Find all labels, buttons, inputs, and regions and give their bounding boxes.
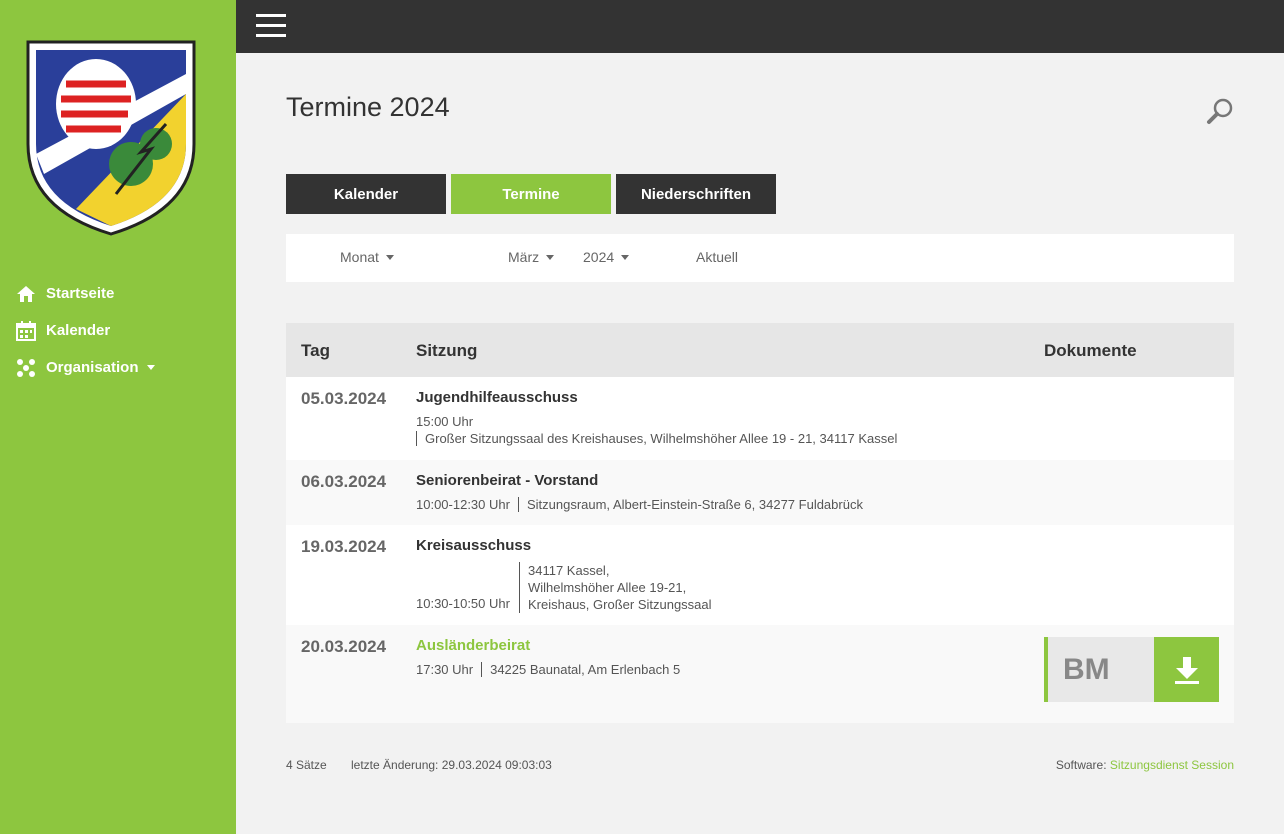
row-time-location: 10:00-12:30 Uhr Sitzungsraum, Albert-Eins… — [416, 497, 863, 512]
tab-termine[interactable]: Termine — [451, 174, 611, 214]
row-session-name: Jugendhilfeausschuss — [416, 389, 578, 406]
table-row: 19.03.2024 Kreisausschuss 10:30-10:50 Uh… — [286, 525, 1234, 625]
table-row: 06.03.2024 Seniorenbeirat - Vorstand 10:… — [286, 460, 1234, 525]
row-date: 06.03.2024 — [301, 472, 387, 491]
row-time: 10:30-10:50 Uhr — [416, 596, 510, 611]
download-icon — [1174, 656, 1199, 684]
sidebar-item-organisation[interactable]: Organisation — [0, 349, 236, 386]
row-time-location: 17:30 Uhr 34225 Baunatal, Am Erlenbach 5 — [416, 662, 681, 677]
table-header: Tag Sitzung Dokumente — [286, 323, 1234, 377]
row-date: 19.03.2024 — [301, 537, 387, 556]
header-day[interactable]: Tag — [301, 341, 330, 361]
chevron-down-icon — [546, 254, 555, 260]
sessions-table: Tag Sitzung Dokumente 05.03.2024 Jugendh… — [286, 323, 1234, 723]
chevron-down-icon — [621, 254, 630, 260]
row-session-name: Kreisausschuss — [416, 537, 532, 554]
table-row: 20.03.2024 Ausländerbeirat 17:30 Uhr 3422… — [286, 625, 1234, 723]
view-tabs: Kalender Termine Niederschriften — [286, 174, 776, 214]
chevron-down-icon — [385, 254, 394, 260]
search-icon[interactable] — [1206, 96, 1236, 126]
table-row: 05.03.2024 Jugendhilfeausschuss 15:00 Uh… — [286, 377, 1234, 460]
sidebar-item-label: Kalender — [46, 322, 111, 339]
sidebar-item-label: Startseite — [46, 285, 115, 302]
header-session: Sitzung — [416, 341, 478, 360]
software-credit: Software: Sitzungsdienst Session — [1055, 758, 1234, 772]
download-button[interactable] — [1154, 637, 1219, 702]
calendar-icon — [16, 320, 36, 341]
sidebar-item-startseite[interactable]: Startseite — [0, 275, 236, 312]
session-link[interactable]: Ausländerbeirat — [416, 637, 530, 654]
month-dropdown[interactable]: März — [508, 249, 555, 265]
document-label: BM — [1063, 652, 1110, 686]
sidebar-item-kalender[interactable]: Kalender — [0, 312, 236, 349]
menu-toggle-icon[interactable] — [256, 14, 286, 38]
chevron-down-icon — [146, 365, 155, 370]
page-title: Termine 2024 — [286, 92, 450, 122]
row-session-name: Seniorenbeirat - Vorstand — [416, 472, 599, 489]
year-dropdown[interactable]: 2024 — [583, 249, 630, 265]
top-bar — [236, 0, 1284, 53]
sidebar-item-label: Organisation — [46, 359, 139, 376]
row-date: 05.03.2024 — [301, 389, 387, 408]
records-count: 4 Sätze — [286, 758, 327, 772]
tab-niederschriften[interactable]: Niederschriften — [616, 174, 776, 214]
mode-dropdown[interactable]: Monat — [340, 249, 394, 265]
coat-of-arms-logo[interactable] — [16, 34, 206, 238]
header-documents: Dokumente — [1044, 341, 1137, 360]
month-dropdown-label: März — [508, 249, 540, 265]
sidebar-nav: Startseite Kalender Organisation — [0, 275, 236, 386]
filter-bar: Monat März 2024 Aktuell — [286, 234, 1234, 282]
organization-icon — [16, 358, 36, 378]
row-location: Großer Sitzungssaal des Kreishauses, Wil… — [416, 431, 898, 446]
row-location: 34117 Kassel, Wilhelmshöher Allee 19-21,… — [519, 562, 712, 613]
row-time: 15:00 Uhr — [416, 414, 474, 429]
row-date: 20.03.2024 — [301, 637, 387, 656]
tab-kalender[interactable]: Kalender — [286, 174, 446, 214]
document-box: BM — [1044, 637, 1219, 702]
current-button[interactable]: Aktuell — [696, 249, 738, 265]
year-dropdown-label: 2024 — [583, 249, 615, 265]
mode-dropdown-label: Monat — [340, 249, 379, 265]
last-change: letzte Änderung: 29.03.2024 09:03:03 — [351, 758, 552, 772]
software-link[interactable]: Sitzungsdienst Session — [1110, 758, 1234, 772]
sidebar: Startseite Kalender Organisation — [0, 0, 236, 834]
home-icon — [16, 284, 36, 304]
